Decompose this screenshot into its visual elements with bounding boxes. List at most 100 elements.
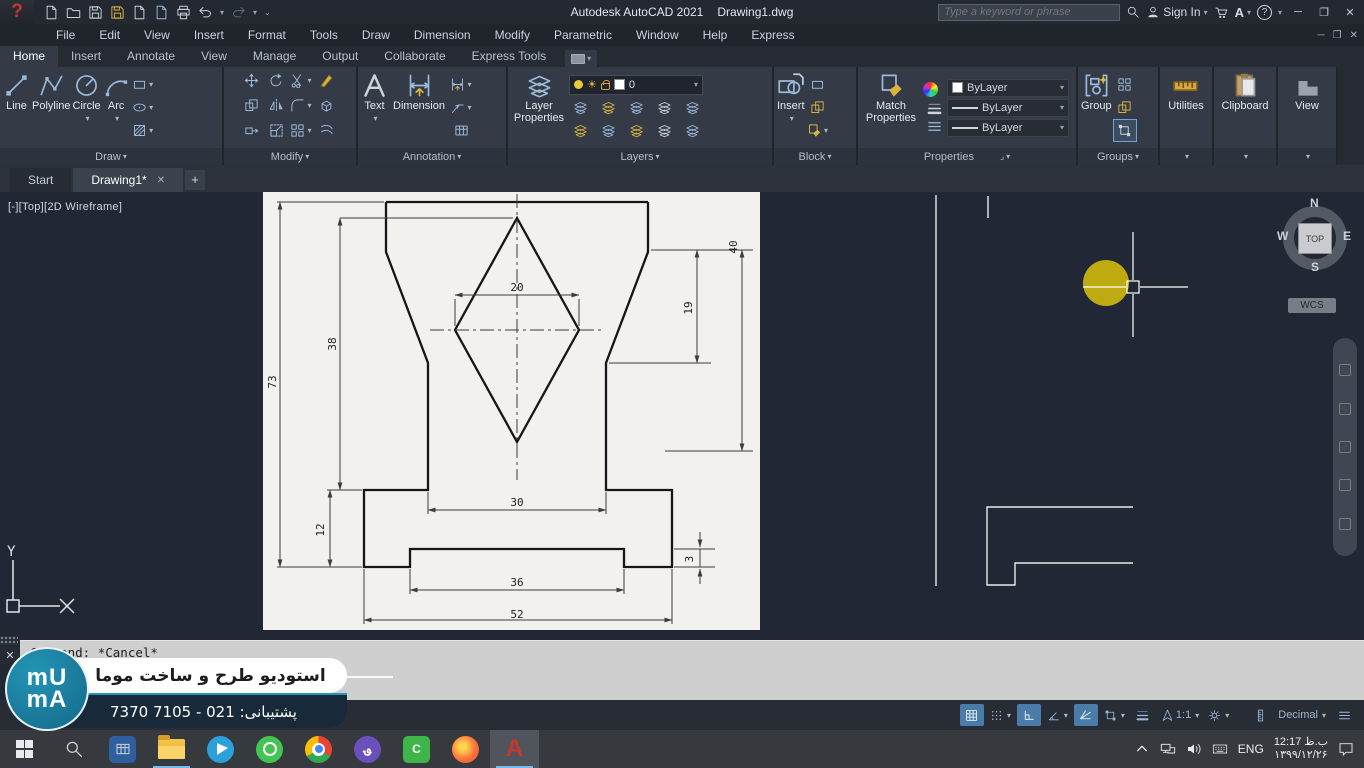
doc-restore-button[interactable]: ❐ — [1333, 30, 1342, 41]
menu-item[interactable]: Format — [236, 24, 298, 46]
ribbon-tab[interactable]: Manage — [240, 46, 309, 67]
menu-item[interactable]: Tools — [298, 24, 350, 46]
viewcube-north[interactable]: N — [1310, 196, 1319, 210]
ortho-toggle[interactable] — [1017, 704, 1041, 726]
text-button[interactable]: Text — [361, 69, 388, 146]
object-color-dropdown[interactable]: ByLayer ▾ — [947, 79, 1069, 97]
viewcube-top-face[interactable]: TOP — [1298, 223, 1332, 254]
ribbon-tab[interactable]: Home — [0, 46, 58, 67]
hatch-tool-icon[interactable] — [132, 120, 154, 141]
new-tab-button[interactable]: + — [185, 170, 205, 190]
layer-freeze-icon[interactable] — [625, 97, 647, 118]
help-caret-icon[interactable]: ▾ — [1278, 8, 1282, 17]
nav-orbit-icon[interactable] — [1339, 479, 1351, 491]
nav-pan-icon[interactable] — [1339, 403, 1351, 415]
mirror-tool-icon[interactable] — [265, 95, 287, 116]
group-selection-toggle-icon[interactable] — [1114, 120, 1136, 141]
units-ruler-icon[interactable] — [1248, 704, 1272, 726]
lineweight-list-icon[interactable] — [923, 101, 945, 115]
redo-icon[interactable] — [231, 5, 246, 20]
nav-wheel-icon[interactable] — [1339, 364, 1351, 376]
taskbar-camtasia-icon[interactable]: C — [392, 730, 441, 768]
grid-toggle[interactable] — [960, 704, 984, 726]
object-snap-toggle[interactable] — [1101, 704, 1128, 726]
navigation-bar[interactable] — [1333, 338, 1357, 556]
taskbar-purple-app-icon[interactable]: ؈ — [343, 730, 392, 768]
rectangle-tool-icon[interactable] — [132, 74, 154, 95]
redo-caret-icon[interactable]: ▾ — [253, 8, 257, 17]
settings-gear-button[interactable] — [1205, 704, 1232, 726]
ribbon-display-toggle[interactable]: ▾ — [565, 50, 597, 67]
tab-drawing1[interactable]: Drawing1* ✕ — [73, 168, 183, 192]
menu-item[interactable]: Window — [624, 24, 691, 46]
polar-tracking-toggle[interactable] — [1044, 704, 1071, 726]
utilities-panel-label[interactable] — [1160, 148, 1212, 165]
keyboard-icon[interactable] — [1212, 741, 1228, 757]
layer-unlock2-icon[interactable] — [653, 120, 675, 141]
dimension-button[interactable]: Dimension — [390, 69, 448, 146]
language-indicator[interactable]: ENG — [1238, 742, 1264, 756]
ribbon-tab[interactable]: Insert — [58, 46, 114, 67]
layer-caret-icon[interactable]: ▾ — [694, 80, 698, 89]
trim-tool-icon[interactable] — [290, 70, 312, 91]
layer-prev-icon[interactable] — [597, 120, 619, 141]
search-input[interactable] — [938, 4, 1120, 21]
speaker-icon[interactable] — [1186, 741, 1202, 757]
lineweight-caret-icon[interactable]: ▾ — [1060, 103, 1064, 112]
lineweight-dropdown[interactable]: ByLayer ▾ — [947, 99, 1069, 117]
print-icon[interactable] — [176, 5, 191, 20]
sign-in-caret-icon[interactable]: ▾ — [1204, 8, 1208, 17]
draw-panel-label[interactable]: Draw — [0, 148, 222, 165]
nav-steering-icon[interactable] — [1339, 518, 1351, 530]
view-button[interactable]: View — [1294, 69, 1321, 146]
linetype-caret-icon[interactable]: ▾ — [1060, 123, 1064, 132]
notification-center-icon[interactable] — [1338, 741, 1354, 757]
new-file-icon[interactable] — [44, 5, 59, 20]
layer-off-icon[interactable] — [569, 97, 591, 118]
save-icon[interactable] — [88, 5, 103, 20]
store-cart-icon[interactable] — [1214, 5, 1229, 20]
create-block-icon[interactable] — [807, 74, 829, 95]
clipboard-button[interactable]: Clipboard — [1217, 69, 1273, 146]
start-button[interactable] — [0, 730, 49, 768]
taskbar-explorer-icon[interactable] — [147, 730, 196, 768]
linetype-dropdown[interactable]: ByLayer ▾ — [947, 119, 1069, 137]
menu-item[interactable]: Draw — [350, 24, 402, 46]
tray-chevron-icon[interactable] — [1134, 741, 1150, 757]
polyline-button[interactable]: Polyline — [32, 69, 71, 146]
color-caret-icon[interactable]: ▾ — [1060, 83, 1064, 92]
search-icon[interactable] — [1126, 5, 1140, 19]
insert-block-button[interactable]: Insert — [777, 69, 805, 146]
linetype-list-icon[interactable] — [923, 119, 945, 133]
erase-tool-icon[interactable] — [315, 70, 337, 91]
autodesk-app-button[interactable]: A▾ — [1235, 5, 1251, 20]
group-edit-icon[interactable] — [1114, 97, 1136, 118]
taskbar-chrome-icon[interactable] — [294, 730, 343, 768]
dimension-style-icon[interactable] — [450, 74, 472, 95]
viewcube[interactable]: N W E S TOP — [1280, 198, 1350, 286]
units-dropdown[interactable]: Decimal — [1275, 704, 1329, 726]
menu-item[interactable]: Dimension — [402, 24, 483, 46]
undo-caret-icon[interactable]: ▾ — [220, 8, 224, 17]
menu-item[interactable]: Edit — [87, 24, 132, 46]
menu-item[interactable]: Parametric — [542, 24, 624, 46]
ribbon-tab[interactable]: Express Tools — [459, 46, 559, 67]
clipboard-panel-label[interactable] — [1214, 148, 1276, 165]
block-editor-icon[interactable] — [807, 120, 829, 141]
ungroup-icon[interactable] — [1114, 74, 1136, 95]
dialog-launcher-icon[interactable]: ⌟ — [1000, 151, 1004, 162]
stretch-tool-icon[interactable] — [240, 120, 262, 141]
color-wheel-icon[interactable] — [923, 82, 938, 97]
layer-match-icon[interactable] — [681, 97, 703, 118]
layer-thaw-all-icon[interactable] — [625, 120, 647, 141]
offset-tool-icon[interactable] — [315, 120, 337, 141]
sign-in-button[interactable]: Sign In ▾ — [1146, 5, 1207, 19]
minimize-button[interactable]: ─ — [1288, 6, 1308, 18]
menu-item[interactable]: Help — [691, 24, 740, 46]
layers-panel-label[interactable]: Layers — [508, 148, 772, 165]
command-window-grip[interactable] — [0, 636, 18, 645]
isometric-drafting-toggle[interactable] — [1074, 704, 1098, 726]
block-panel-label[interactable]: Block — [774, 148, 856, 165]
ribbon-tab[interactable]: Annotate — [114, 46, 188, 67]
autocad-logo-icon[interactable]: ? — [0, 0, 34, 24]
